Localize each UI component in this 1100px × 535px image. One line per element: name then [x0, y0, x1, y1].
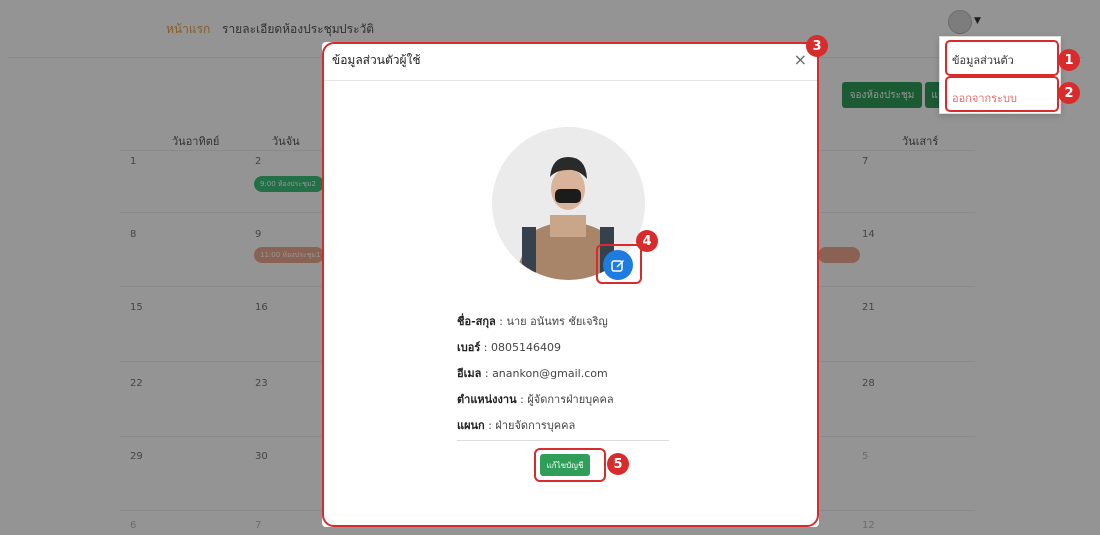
highlight-logout	[945, 76, 1059, 112]
highlight-edit-account	[534, 448, 606, 482]
highlight-edit-photo	[596, 244, 642, 284]
annotation-badge: 5	[607, 453, 629, 475]
annotation-badge: 1	[1058, 49, 1080, 71]
annotation-badge: 3	[806, 35, 828, 57]
highlight-profile	[945, 40, 1059, 76]
annotation-badge: 2	[1058, 82, 1080, 104]
annotation-badge: 4	[636, 230, 658, 252]
